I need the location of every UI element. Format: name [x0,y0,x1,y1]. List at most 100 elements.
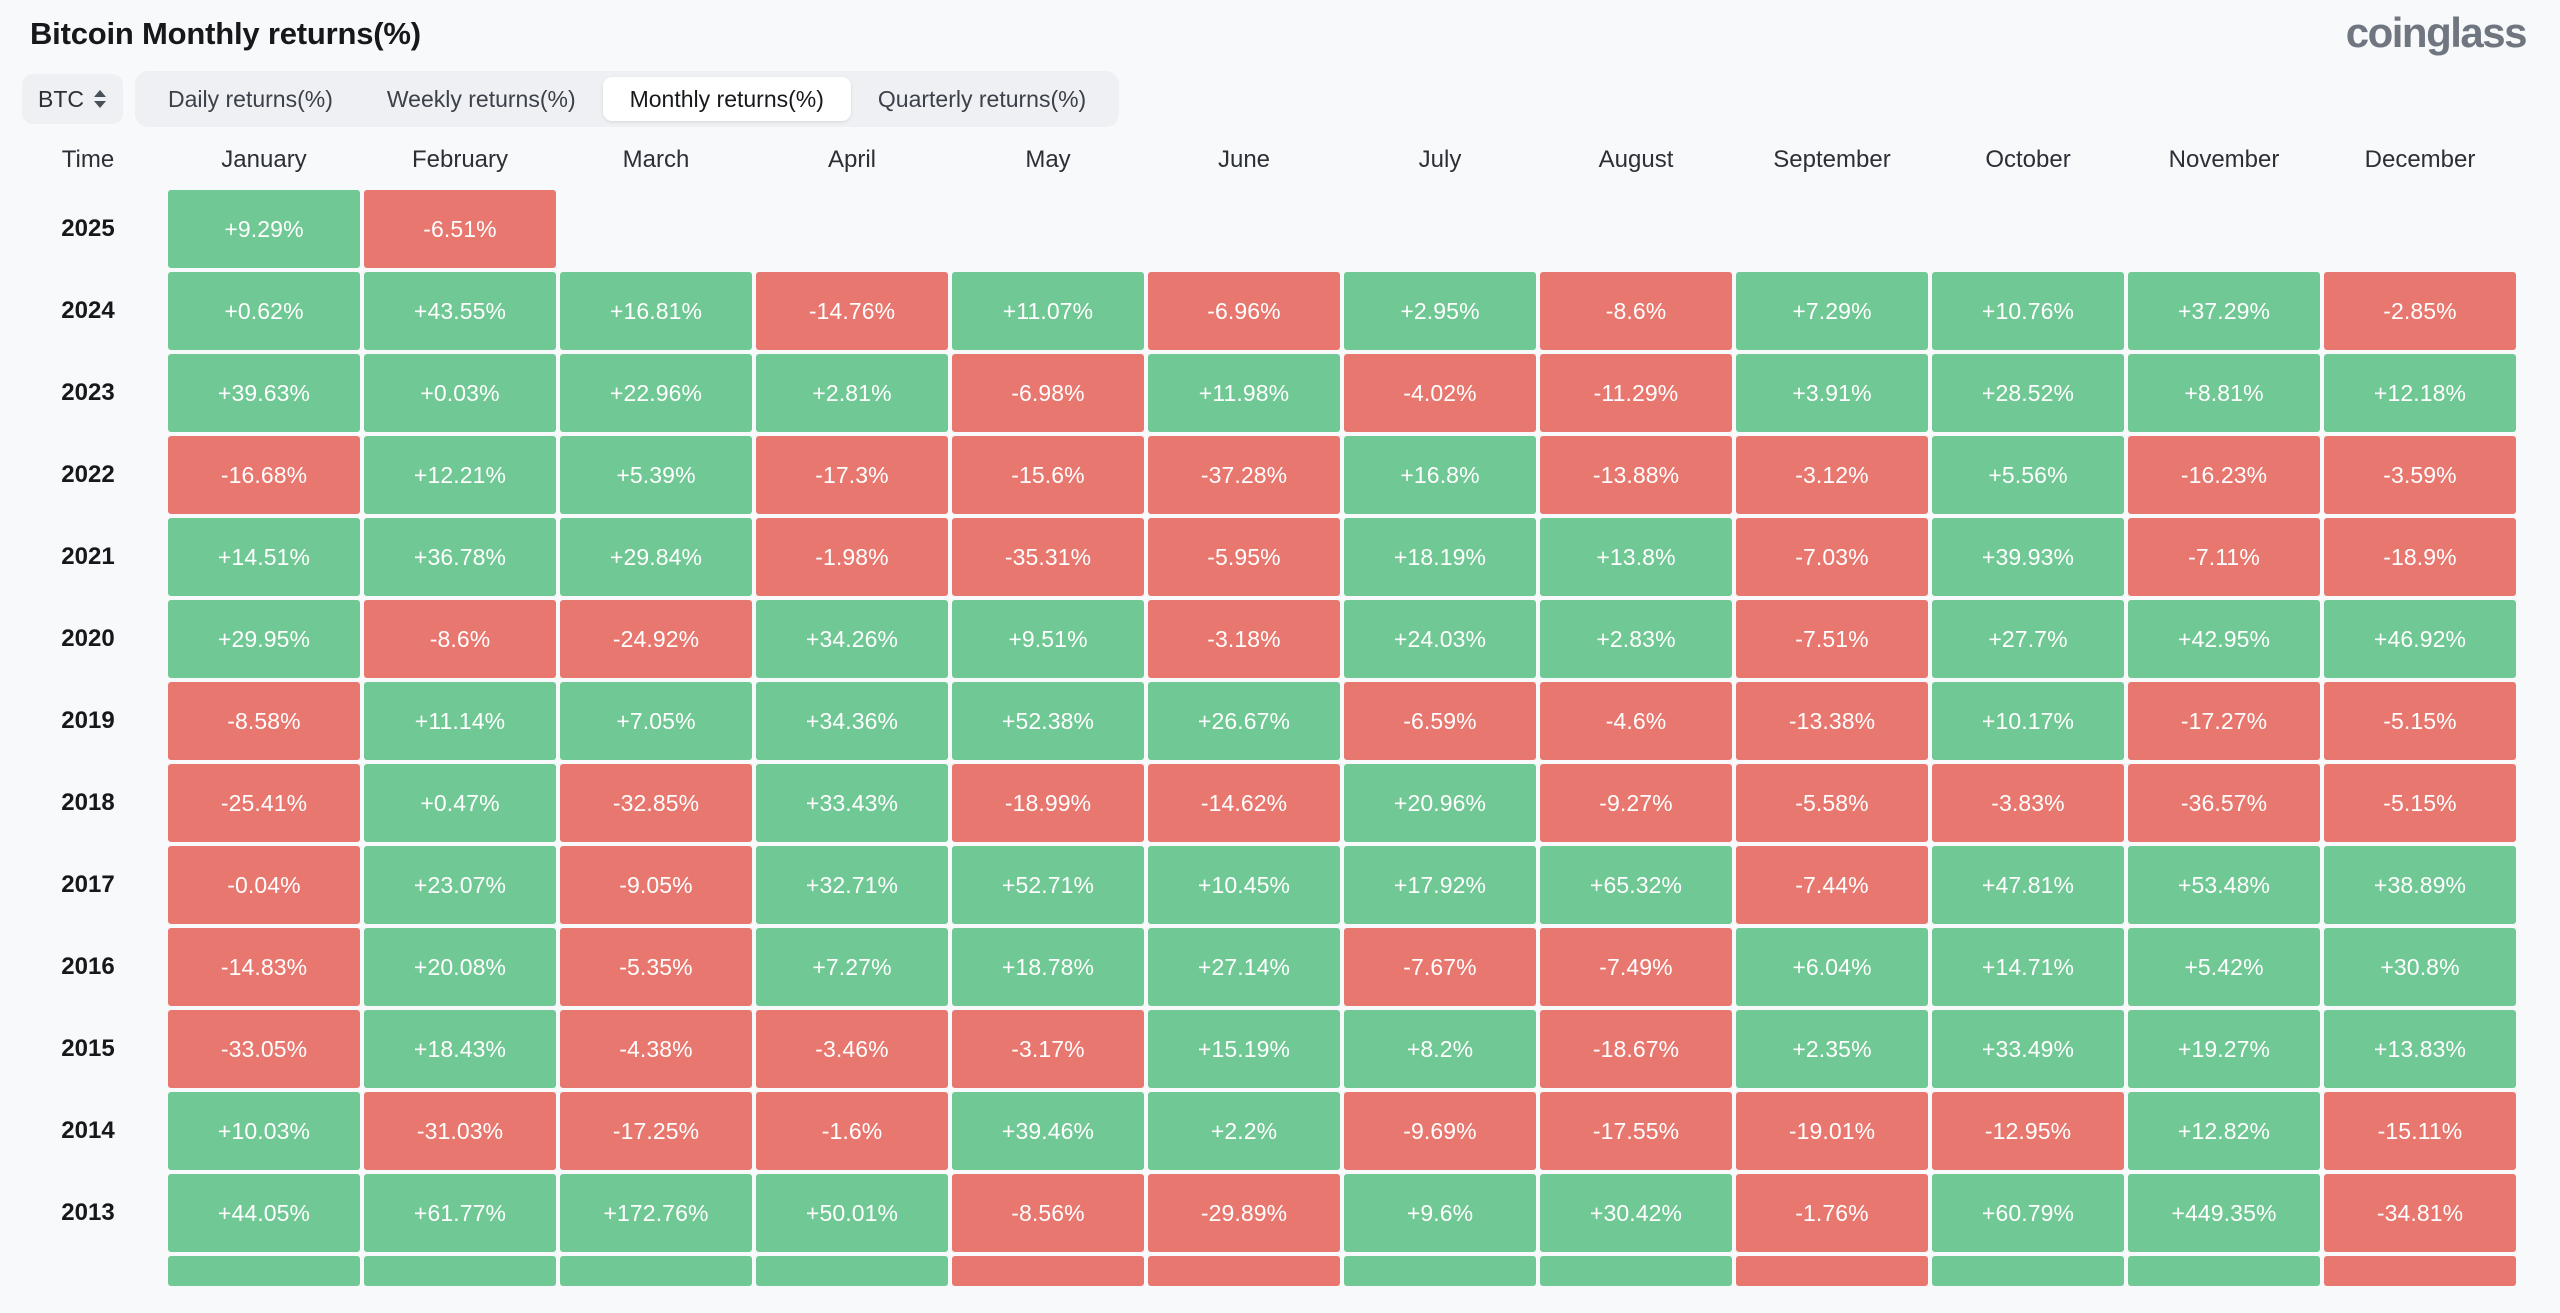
return-cell-november[interactable]: +449.35% [2128,1174,2320,1252]
return-cell-december[interactable]: +13.83% [2324,1010,2516,1088]
return-cell-december[interactable]: +38.89% [2324,846,2516,924]
return-cell-august[interactable]: -17.55% [1540,1092,1732,1170]
return-cell-may[interactable]: -15.6% [952,436,1144,514]
return-cell-march[interactable]: -32.85% [560,764,752,842]
return-cell-november[interactable] [2128,1256,2320,1286]
return-cell-october[interactable]: +33.49% [1932,1010,2124,1088]
return-cell-july[interactable]: -6.59% [1344,682,1536,760]
return-cell-january[interactable]: +0.62% [168,272,360,350]
return-cell-december[interactable]: -5.15% [2324,682,2516,760]
return-cell-february[interactable]: -6.51% [364,190,556,268]
return-cell-april[interactable]: +33.43% [756,764,948,842]
return-cell-july[interactable] [1344,190,1536,268]
return-cell-june[interactable]: +11.98% [1148,354,1340,432]
return-cell-november[interactable]: +53.48% [2128,846,2320,924]
return-cell-august[interactable]: -4.6% [1540,682,1732,760]
return-cell-may[interactable]: -8.56% [952,1174,1144,1252]
return-cell-may[interactable]: -6.98% [952,354,1144,432]
return-cell-june[interactable] [1148,190,1340,268]
return-cell-june[interactable] [1148,1256,1340,1286]
return-cell-may[interactable]: -3.17% [952,1010,1144,1088]
return-cell-november[interactable]: +42.95% [2128,600,2320,678]
return-cell-july[interactable]: +18.19% [1344,518,1536,596]
return-cell-april[interactable]: +7.27% [756,928,948,1006]
return-cell-june[interactable]: +15.19% [1148,1010,1340,1088]
asset-selector[interactable]: BTC [22,74,123,124]
return-cell-june[interactable]: -29.89% [1148,1174,1340,1252]
return-cell-may[interactable]: +9.51% [952,600,1144,678]
return-cell-january[interactable]: -0.04% [168,846,360,924]
return-cell-december[interactable]: -15.11% [2324,1092,2516,1170]
tab-weekly-returns[interactable]: Weekly returns(%) [360,77,603,121]
return-cell-april[interactable]: +2.81% [756,354,948,432]
tab-monthly-returns[interactable]: Monthly returns(%) [602,77,851,121]
return-cell-september[interactable] [1736,190,1928,268]
return-cell-november[interactable]: -17.27% [2128,682,2320,760]
return-cell-may[interactable]: +11.07% [952,272,1144,350]
return-cell-august[interactable]: +65.32% [1540,846,1732,924]
return-cell-may[interactable]: +18.78% [952,928,1144,1006]
return-cell-july[interactable]: +16.8% [1344,436,1536,514]
return-cell-march[interactable] [560,190,752,268]
return-cell-july[interactable]: +20.96% [1344,764,1536,842]
return-cell-january[interactable]: +10.03% [168,1092,360,1170]
return-cell-april[interactable]: +34.36% [756,682,948,760]
return-cell-june[interactable]: +26.67% [1148,682,1340,760]
return-cell-october[interactable]: +14.71% [1932,928,2124,1006]
return-cell-december[interactable]: -2.85% [2324,272,2516,350]
return-cell-november[interactable]: +8.81% [2128,354,2320,432]
return-cell-june[interactable]: +27.14% [1148,928,1340,1006]
return-cell-february[interactable]: +0.47% [364,764,556,842]
return-cell-march[interactable]: +5.39% [560,436,752,514]
return-cell-october[interactable] [1932,190,2124,268]
return-cell-december[interactable]: +12.18% [2324,354,2516,432]
return-cell-november[interactable]: -36.57% [2128,764,2320,842]
return-cell-september[interactable]: -5.58% [1736,764,1928,842]
return-cell-january[interactable]: -14.83% [168,928,360,1006]
return-cell-february[interactable]: +36.78% [364,518,556,596]
return-cell-march[interactable]: +16.81% [560,272,752,350]
return-cell-december[interactable]: +30.8% [2324,928,2516,1006]
return-cell-september[interactable]: -7.03% [1736,518,1928,596]
return-cell-october[interactable]: +5.56% [1932,436,2124,514]
return-cell-september[interactable]: -19.01% [1736,1092,1928,1170]
return-cell-january[interactable]: +39.63% [168,354,360,432]
return-cell-october[interactable]: -3.83% [1932,764,2124,842]
return-cell-september[interactable]: -1.76% [1736,1174,1928,1252]
return-cell-december[interactable] [2324,190,2516,268]
return-cell-april[interactable]: +50.01% [756,1174,948,1252]
return-cell-august[interactable]: -11.29% [1540,354,1732,432]
return-cell-december[interactable]: -3.59% [2324,436,2516,514]
return-cell-august[interactable]: +30.42% [1540,1174,1732,1252]
return-cell-october[interactable]: +47.81% [1932,846,2124,924]
return-cell-march[interactable]: +22.96% [560,354,752,432]
return-cell-december[interactable]: +46.92% [2324,600,2516,678]
return-cell-july[interactable]: -4.02% [1344,354,1536,432]
return-cell-may[interactable]: +39.46% [952,1092,1144,1170]
return-cell-november[interactable]: +37.29% [2128,272,2320,350]
return-cell-february[interactable] [364,1256,556,1286]
return-cell-january[interactable]: -8.58% [168,682,360,760]
return-cell-march[interactable]: -9.05% [560,846,752,924]
return-cell-february[interactable]: +11.14% [364,682,556,760]
return-cell-november[interactable]: -7.11% [2128,518,2320,596]
return-cell-february[interactable]: +43.55% [364,272,556,350]
return-cell-february[interactable]: +12.21% [364,436,556,514]
return-cell-july[interactable]: +9.6% [1344,1174,1536,1252]
return-cell-april[interactable]: -1.6% [756,1092,948,1170]
return-cell-august[interactable]: -18.67% [1540,1010,1732,1088]
return-cell-july[interactable]: -9.69% [1344,1092,1536,1170]
return-cell-december[interactable] [2324,1256,2516,1286]
return-cell-january[interactable]: +9.29% [168,190,360,268]
return-cell-april[interactable]: -1.98% [756,518,948,596]
return-cell-july[interactable]: +2.95% [1344,272,1536,350]
return-cell-march[interactable]: -4.38% [560,1010,752,1088]
return-cell-april[interactable]: +32.71% [756,846,948,924]
return-cell-june[interactable]: -14.62% [1148,764,1340,842]
return-cell-march[interactable]: +7.05% [560,682,752,760]
return-cell-december[interactable]: -5.15% [2324,764,2516,842]
return-cell-september[interactable]: +7.29% [1736,272,1928,350]
return-cell-august[interactable]: -7.49% [1540,928,1732,1006]
return-cell-may[interactable]: +52.71% [952,846,1144,924]
return-cell-january[interactable]: +44.05% [168,1174,360,1252]
